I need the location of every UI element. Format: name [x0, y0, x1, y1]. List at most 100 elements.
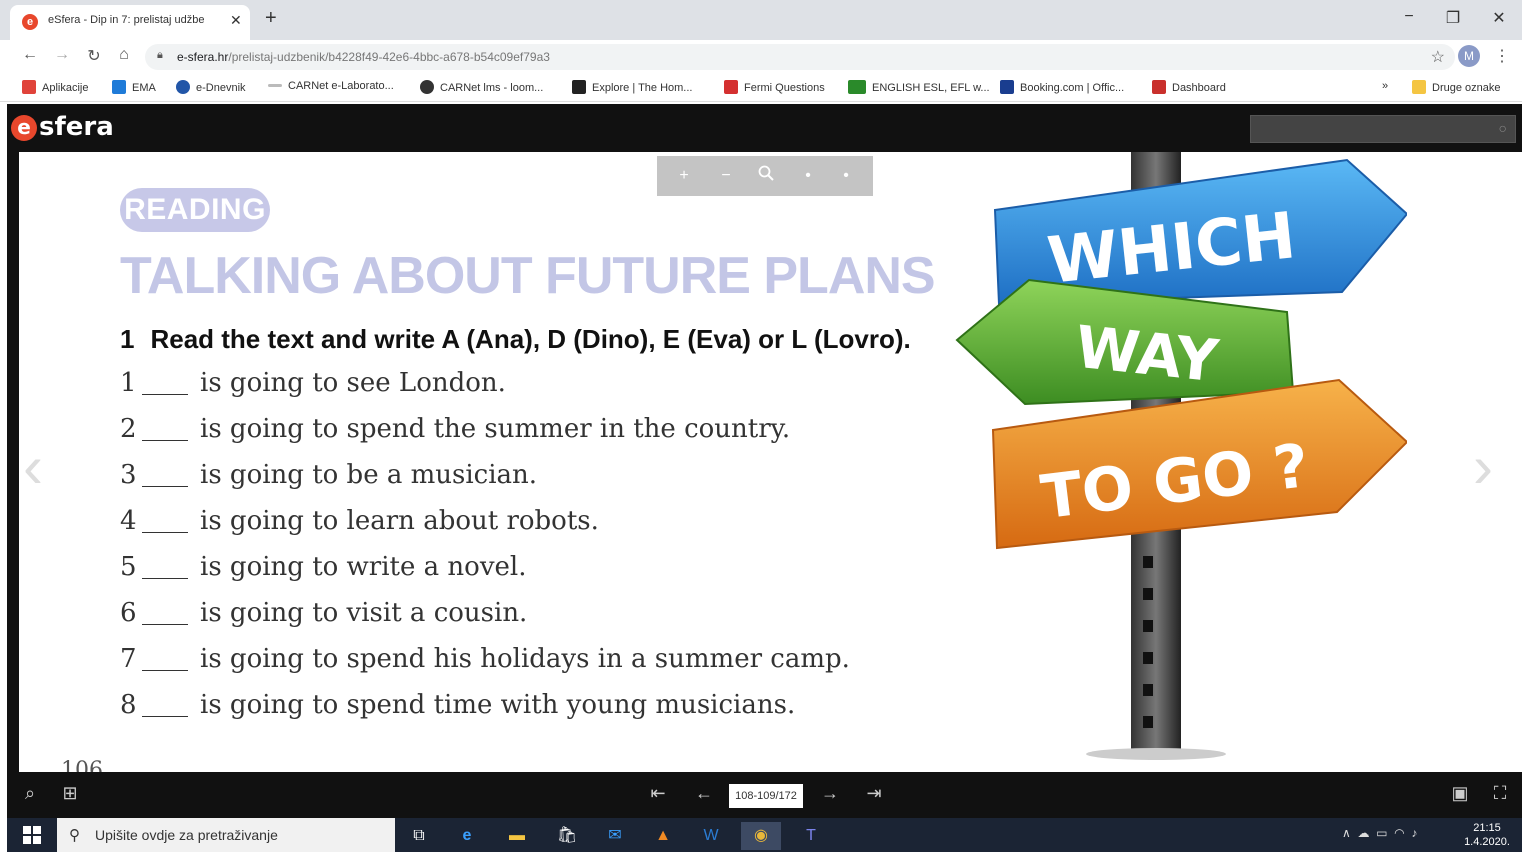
answer-blank — [142, 553, 188, 579]
chrome-icon[interactable]: ◉ — [741, 822, 781, 850]
fermi-icon — [724, 80, 738, 94]
page-indicator-field[interactable]: 108-109/172 — [729, 784, 803, 808]
zoom-icon[interactable] — [753, 164, 779, 188]
search-icon: ⚲ — [69, 827, 80, 844]
search-pages-icon[interactable]: ⌕ — [17, 783, 43, 804]
bookmark-dashboard[interactable]: Dashboard — [1152, 80, 1226, 94]
bookmark-carnet-elaboratorij[interactable]: CARNet e-Laborato... — [268, 80, 394, 92]
pole-shadow — [1086, 748, 1226, 760]
zoom-dot-1[interactable]: • — [795, 164, 821, 188]
lock-icon[interactable]: 🔒︎ — [157, 49, 163, 62]
previous-page-icon[interactable]: ← — [691, 783, 717, 804]
zoom-out-button[interactable]: − — [713, 164, 739, 188]
bookmark-ema[interactable]: EMA — [112, 80, 156, 94]
booking-icon — [1000, 80, 1014, 94]
battery-icon[interactable]: ▭ — [1376, 826, 1387, 840]
loomen-icon — [420, 80, 434, 94]
bookmark-e-dnevnik[interactable]: e-Dnevnik — [176, 80, 246, 94]
zoom-toolbar: + − • • — [657, 156, 873, 196]
word-icon[interactable]: W — [691, 822, 731, 850]
app-search[interactable]: ○ — [1250, 115, 1516, 143]
maximize-button[interactable]: ❐ — [1438, 8, 1468, 28]
list-item: 5 is going to write a novel. — [120, 552, 527, 582]
fullscreen-icon[interactable]: ⛶ — [1487, 783, 1513, 804]
browser-menu-icon[interactable]: ⋮ — [1494, 46, 1510, 66]
zoom-dot-2[interactable]: • — [833, 164, 859, 188]
app-search-input[interactable] — [1251, 116, 1515, 142]
home-icon[interactable]: ⌂ — [112, 46, 136, 64]
tray-chevron-icon[interactable]: ∧ — [1342, 826, 1351, 840]
minimize-button[interactable]: − — [1394, 8, 1424, 26]
list-item: 7 is going to spend his holidays in a sum… — [120, 644, 850, 674]
windows-taskbar: ⚲ Upišite ovdje za pretraživanje ⧉ e ▬ 🛍… — [7, 818, 1522, 852]
answer-blank — [142, 415, 188, 441]
answer-blank — [142, 691, 188, 717]
single-page-view-icon[interactable]: ▣ — [1447, 783, 1473, 804]
first-page-icon[interactable]: ⇤ — [645, 783, 671, 804]
next-page-icon[interactable]: → — [817, 783, 843, 804]
windows-start-icon[interactable] — [23, 826, 41, 844]
next-page-arrow-icon[interactable]: › — [1473, 432, 1493, 501]
carnet-icon — [268, 84, 282, 87]
bookmark-english-esl[interactable]: ENGLISH ESL, EFL w... — [848, 80, 990, 94]
bookmark-star-icon[interactable]: ☆ — [1431, 47, 1445, 67]
explore-icon — [572, 80, 586, 94]
search-icon[interactable]: ○ — [1499, 120, 1507, 136]
reload-icon[interactable]: ↻ — [82, 46, 106, 66]
forward-arrow-icon[interactable]: → — [50, 46, 74, 64]
system-tray[interactable]: ∧ ☁ ▭ ◠ ♪ — [1342, 826, 1417, 840]
vlc-icon[interactable]: ▲ — [643, 822, 683, 850]
ema-icon — [112, 80, 126, 94]
edge-browser-icon[interactable]: e — [447, 822, 487, 850]
magnifier-icon — [758, 165, 774, 181]
close-window-button[interactable]: ✕ — [1484, 8, 1514, 28]
volume-icon[interactable]: ♪ — [1411, 826, 1417, 840]
list-item: 3 is going to be a musician. — [120, 460, 538, 490]
file-explorer-icon[interactable]: ▬ — [497, 822, 537, 850]
last-page-icon[interactable]: ⇥ — [861, 783, 887, 804]
bookmark-booking[interactable]: Booking.com | Offic... — [1000, 80, 1124, 94]
wifi-icon[interactable]: ◠ — [1394, 826, 1404, 840]
bookmark-explore[interactable]: Explore | The Hom... — [572, 80, 692, 94]
previous-page-arrow-icon[interactable]: ‹ — [23, 432, 43, 501]
thumbnails-grid-icon[interactable]: ⊞ — [57, 783, 83, 804]
windows-search-placeholder: Upišite ovdje za pretraživanje — [95, 827, 278, 843]
zoom-in-button[interactable]: + — [671, 164, 697, 188]
clock-time: 21:15 — [1473, 822, 1501, 834]
mail-icon[interactable]: ✉ — [595, 822, 635, 850]
windows-search-box[interactable]: ⚲ Upišite ovdje za pretraživanje — [57, 818, 395, 852]
esfera-logo-mark: e — [11, 115, 37, 141]
instruction-text: Read the text and write A (Ana), D (Dino… — [150, 324, 911, 354]
taskbar-clock[interactable]: 21:15 1.4.2020. — [1462, 821, 1512, 849]
new-tab-button[interactable]: + — [265, 8, 277, 28]
tab-close-icon[interactable]: ✕ — [230, 12, 242, 29]
microsoft-store-icon[interactable]: 🛍︎ — [547, 822, 587, 850]
url-text[interactable]: e-sfera.hr/prelistaj-udzbenik/b4228f49-4… — [177, 50, 550, 64]
bookmark-other-folder[interactable]: Druge oznake — [1412, 80, 1501, 94]
list-item: 8 is going to spend time with young music… — [120, 690, 796, 720]
browser-tab[interactable]: e eSfera - Dip in 7: prelistaj udžbe ✕ — [10, 5, 250, 40]
bookmark-aplikacije[interactable]: Aplikacije — [22, 80, 88, 94]
teams-icon[interactable]: T — [791, 822, 831, 850]
back-arrow-icon[interactable]: ← — [18, 46, 42, 64]
task-view-icon[interactable]: ⧉ — [399, 822, 439, 850]
onedrive-icon[interactable]: ☁ — [1357, 826, 1369, 840]
which-way-signpost-illustration: WHICH WAY TO GO ? — [955, 152, 1407, 760]
page-heading: TALKING ABOUT FUTURE PLANS — [120, 247, 936, 305]
clock-date: 1.4.2020. — [1464, 836, 1510, 848]
answer-blank — [142, 461, 188, 487]
list-item: 6 is going to visit a cousin. — [120, 598, 528, 628]
bookmarks-bar: Aplikacije EMA e-Dnevnik CARNet e-Labora… — [0, 74, 1522, 102]
browser-navbar: ← → ↻ ⌂ 🔒︎ e-sfera.hr/prelistaj-udzbenik… — [0, 40, 1522, 74]
bookmark-fermi-questions[interactable]: Fermi Questions — [724, 80, 825, 94]
bookmark-carnet-lms[interactable]: CARNet lms - loom... — [420, 80, 543, 94]
address-bar[interactable]: 🔒︎ e-sfera.hr/prelistaj-udzbenik/b4228f4… — [145, 44, 1455, 70]
bookmarks-overflow-icon[interactable]: » — [1382, 80, 1388, 92]
list-item: 2 is going to spend the summer in the cou… — [120, 414, 791, 444]
folder-icon — [1412, 80, 1426, 94]
profile-avatar[interactable]: M — [1458, 45, 1480, 67]
viewer-left-edge — [7, 152, 19, 772]
list-item: 1 is going to see London. — [120, 368, 506, 398]
e-dnevnik-icon — [176, 80, 190, 94]
list-item: 4 is going to learn about robots. — [120, 506, 599, 536]
